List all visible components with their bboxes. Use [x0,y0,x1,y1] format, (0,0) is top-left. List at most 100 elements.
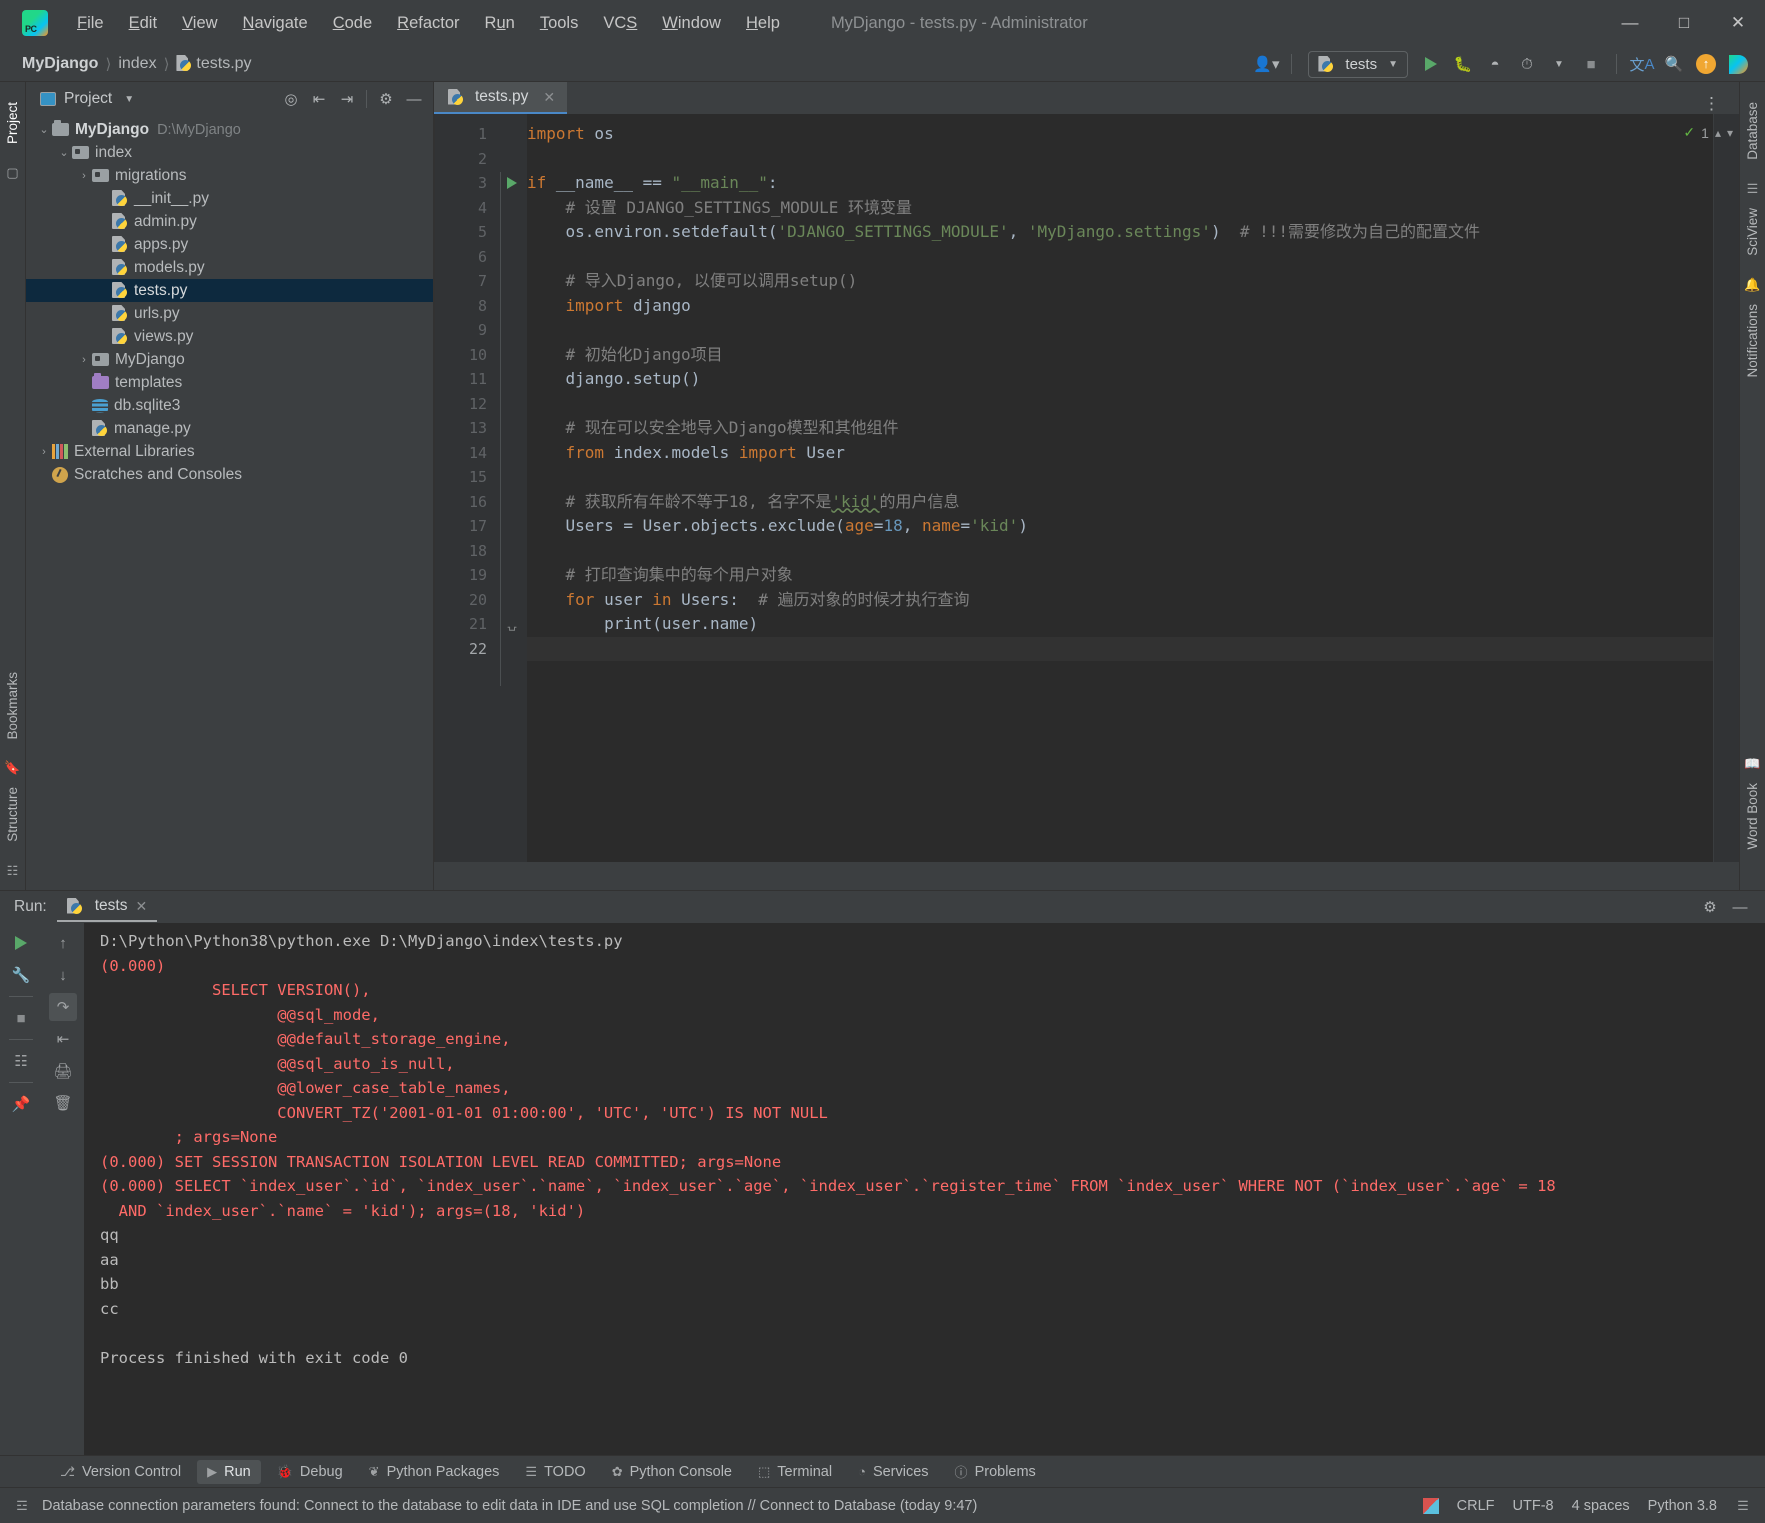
database-notification-icon[interactable]: ☲ [14,1498,30,1514]
profile-dropdown-icon[interactable]: ▼ [1544,50,1574,78]
code-line[interactable]: django.setup() [527,367,1739,392]
tree-item-urls-py[interactable]: urls.py [26,302,433,325]
chevron-down-icon[interactable]: ⌄ [36,123,52,136]
tree-item-manage-py[interactable]: manage.py [26,417,433,440]
layout-icon[interactable]: ☷ [7,1047,35,1075]
stop-icon[interactable]: ■ [7,1004,35,1032]
run-with-coverage-icon[interactable]: ◓ [1480,50,1510,78]
event-log-icon[interactable]: ☰ [1735,1498,1751,1514]
run-line-icon[interactable] [497,171,527,196]
menu-code[interactable]: Code [322,10,383,37]
debug-icon[interactable]: 🐛 [1448,50,1478,78]
code-line[interactable] [527,392,1739,417]
search-everywhere-icon[interactable]: 🔍 [1659,50,1689,78]
code-line[interactable]: # 打印查询集中的每个用户对象 [527,563,1739,588]
breadcrumb-project[interactable]: MyDjango [22,55,98,73]
tree-item-admin-py[interactable]: admin.py [26,210,433,233]
bottom-tab-debug[interactable]: 🐞 Debug [267,1460,353,1484]
menu-view[interactable]: View [171,10,228,37]
code-line[interactable] [527,245,1739,270]
breadcrumb-index[interactable]: index [118,55,156,73]
code-line[interactable]: # 设置 DJANGO_SETTINGS_MODULE 环境变量 [527,196,1739,221]
bottom-tab-python-packages[interactable]: ❦ Python Packages [359,1460,510,1484]
breadcrumb-file[interactable]: tests.py [176,55,252,73]
code-line[interactable]: Users = User.objects.exclude(age=18, nam… [527,514,1739,539]
maximize-button[interactable]: □ [1657,0,1711,46]
close-button[interactable]: ✕ [1711,0,1765,46]
code-line[interactable]: # 初始化Django项目 [527,343,1739,368]
collapse-all-icon[interactable]: ⇥ [334,86,360,112]
soft-wrap-icon[interactable]: ↷ [49,993,77,1021]
git-status-icon[interactable] [1422,1497,1439,1514]
strip-tab-database[interactable]: Database [1742,92,1763,170]
chevron-right-icon[interactable]: › [36,446,52,458]
update-project-icon[interactable]: ↑ [1691,50,1721,78]
tree-item-models-py[interactable]: models.py [26,256,433,279]
interpreter-indicator[interactable]: Python 3.8 [1648,1498,1717,1514]
line-separator-indicator[interactable]: CRLF [1457,1498,1495,1514]
gutter-marks[interactable]: ⍽ [497,114,527,862]
bottom-tab-todo[interactable]: ☰ TODO [515,1460,595,1484]
more-options-icon[interactable]: ⋮ [1695,94,1729,114]
code-line[interactable] [527,465,1739,490]
code-line[interactable]: if __name__ == "__main__": [527,171,1739,196]
code-line[interactable]: # 现在可以安全地导入Django模型和其他组件 [527,416,1739,441]
ide-features-icon[interactable] [1723,50,1753,78]
strip-tab-project[interactable]: Project [2,92,23,154]
bottom-tab-python-console[interactable]: ✿ Python Console [602,1460,742,1484]
code-line[interactable] [527,636,1739,661]
print-icon[interactable]: 🖨 [49,1057,77,1085]
bottom-tab-services[interactable]: ◔ Services [848,1460,938,1484]
commit-icon[interactable]: ▢ [4,164,22,182]
inspection-sidebar[interactable] [1713,114,1739,862]
chevron-up-icon[interactable]: ▴ [1715,126,1721,140]
strip-tab-structure[interactable]: Structure [2,777,23,852]
stop-icon[interactable]: ■ [1576,50,1606,78]
menu-help[interactable]: Help [735,10,791,37]
expand-all-icon[interactable]: ⇤ [306,86,332,112]
strip-tab-notifications[interactable]: Notifications [1742,294,1763,388]
code-line[interactable]: from index.models import User [527,441,1739,466]
tree-item-templates[interactable]: templates [26,371,433,394]
tree-item-apps-py[interactable]: apps.py [26,233,433,256]
user-accounts-icon[interactable]: 👤▾ [1251,50,1281,78]
encoding-indicator[interactable]: UTF-8 [1513,1498,1554,1514]
project-panel-title[interactable]: Project ▼ [40,90,134,108]
translate-icon[interactable]: 文A [1627,50,1657,78]
tree-item-db-sqlite3[interactable]: db.sqlite3 [26,394,433,417]
strip-tab-sciview[interactable]: SciView [1742,198,1763,266]
settings-wrench-icon[interactable]: 🔧 [7,961,35,989]
run-configuration-selector[interactable]: tests ▼ [1308,50,1408,78]
tree-item-external-libraries[interactable]: › External Libraries [26,440,433,463]
scroll-to-end-icon[interactable]: ⇤ [49,1025,77,1053]
tree-item-mydjango[interactable]: ⌄ MyDjango D:\MyDjango [26,118,433,141]
fold-marker-icon[interactable]: ⍽ [497,612,527,637]
code-editor[interactable]: 1 2 3 4 5 6 7 8 9 10 11 12 13 14 15 16 17 18 19 20 21 22 ⍽ im… [434,114,1739,862]
chevron-down-icon[interactable]: ▾ [1727,126,1733,140]
locate-icon[interactable]: ◎ [278,86,304,112]
tree-item-tests-py[interactable]: tests.py [26,279,433,302]
menu-edit[interactable]: Edit [118,10,168,37]
scroll-up-icon[interactable]: ↑ [49,929,77,957]
menu-window[interactable]: Window [651,10,732,37]
run-tab-tests[interactable]: tests ✕ [56,892,158,922]
tree-item-views-py[interactable]: views.py [26,325,433,348]
code-line[interactable]: # 导入Django, 以便可以调用setup() [527,269,1739,294]
code-line[interactable]: for user in Users: # 遍历对象的时候才执行查询 [527,588,1739,613]
menu-refactor[interactable]: Refactor [386,10,470,37]
settings-gear-icon[interactable]: ⚙ [1697,894,1723,920]
strip-tab-bookmarks[interactable]: Bookmarks [2,662,23,750]
close-tab-icon[interactable]: ✕ [543,89,555,106]
code-line[interactable] [527,318,1739,343]
editor-tab-tests-py[interactable]: tests.py ✕ [434,82,568,114]
code-line[interactable] [527,539,1739,564]
code-line[interactable]: import os [527,122,1739,147]
status-message[interactable]: Database connection parameters found: Co… [42,1498,977,1514]
inspection-widget[interactable]: ✓ 1 ▴ ▾ [1683,124,1733,141]
minimize-button[interactable]: — [1603,0,1657,46]
menu-file[interactable]: File [66,10,115,37]
close-run-tab-icon[interactable]: ✕ [135,898,147,915]
code-content[interactable]: import os if __name__ == "__main__": # 设… [527,114,1739,862]
bottom-tab-version-control[interactable]: ⎇ Version Control [50,1460,191,1484]
settings-gear-icon[interactable]: ⚙ [373,86,399,112]
